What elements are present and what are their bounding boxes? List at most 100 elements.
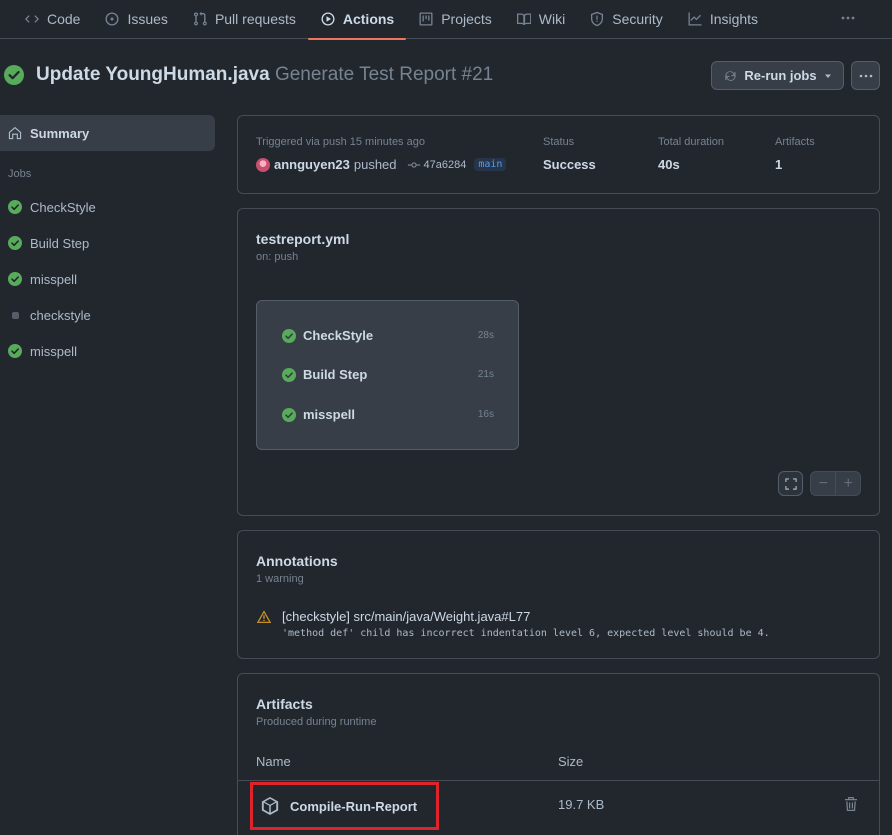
annotations-title: Annotations bbox=[256, 553, 338, 569]
nav-tab-projects[interactable]: Projects bbox=[406, 0, 504, 39]
job-name: misspell bbox=[30, 271, 77, 287]
nav-tab-wiki[interactable]: Wiki bbox=[504, 0, 577, 39]
graph-job-misspell[interactable]: misspell 16s bbox=[282, 407, 494, 422]
home-icon bbox=[8, 126, 22, 140]
sidebar-job-checkstyle[interactable]: CheckStyle bbox=[0, 189, 215, 225]
job-name: CheckStyle bbox=[30, 199, 96, 215]
branch-tag[interactable]: main bbox=[474, 158, 507, 171]
job-name: Build Step bbox=[30, 235, 90, 251]
nav-tab-actions[interactable]: Actions bbox=[307, 0, 407, 40]
graph-job-duration: 16s bbox=[477, 409, 494, 420]
column-header-size: Size bbox=[558, 754, 584, 769]
nav-tab-label: Projects bbox=[441, 11, 492, 27]
nav-tab-insights[interactable]: Insights bbox=[675, 0, 770, 39]
success-check-icon bbox=[8, 344, 22, 358]
sidebar-job-checkstyle-pending[interactable]: checkstyle bbox=[0, 297, 215, 333]
nav-tab-issues[interactable]: Issues bbox=[92, 0, 179, 39]
more-options-icon[interactable] bbox=[840, 10, 856, 26]
project-board-icon bbox=[419, 12, 433, 26]
graph-job-name: misspell bbox=[303, 407, 356, 422]
play-circle-icon bbox=[321, 12, 335, 26]
graph-job-name: CheckStyle bbox=[303, 328, 374, 343]
workflow-graph-panel: testreport.yml on: push CheckStyle 28s B… bbox=[237, 208, 880, 516]
run-sidebar: Summary Jobs CheckStyle Build Step missp… bbox=[0, 115, 215, 369]
jobs-heading: Jobs bbox=[8, 168, 32, 180]
trigger-info: Triggered via push 15 minutes ago annguy… bbox=[256, 136, 507, 172]
nav-tab-label: Code bbox=[47, 11, 81, 27]
success-check-icon bbox=[282, 328, 296, 343]
fullscreen-button[interactable] bbox=[778, 471, 803, 496]
artifacts-title: Artifacts bbox=[256, 696, 313, 712]
graph-job-build-step[interactable]: Build Step 21s bbox=[282, 367, 494, 382]
job-name: misspell bbox=[30, 343, 77, 359]
nav-tab-label: Pull requests bbox=[214, 11, 296, 27]
run-header: Update YoungHuman.java Generate Test Rep… bbox=[4, 64, 493, 86]
nav-tab-pull-requests[interactable]: Pull requests bbox=[180, 0, 308, 39]
success-check-icon bbox=[8, 200, 22, 214]
zoom-in-button[interactable]: + bbox=[835, 472, 860, 495]
trash-icon bbox=[845, 797, 857, 811]
nav-tab-label: Insights bbox=[709, 11, 759, 27]
nav-tab-label: Wiki bbox=[538, 11, 566, 27]
duration-column: Total duration 40s bbox=[658, 136, 724, 172]
sidebar-job-misspell[interactable]: misspell bbox=[0, 261, 215, 297]
commit-sha-link[interactable]: 47a6284 bbox=[407, 159, 466, 171]
sidebar-job-misspell-2[interactable]: misspell bbox=[0, 333, 215, 369]
artifact-download-link[interactable]: Compile-Run-Report bbox=[250, 782, 439, 830]
status-column: Status Success bbox=[543, 136, 596, 172]
sidebar-job-build-step[interactable]: Build Step bbox=[0, 225, 215, 261]
run-title: Update YoungHuman.java Generate Test Rep… bbox=[36, 64, 493, 86]
status-value: Success bbox=[543, 157, 596, 172]
graph-job-duration: 28s bbox=[477, 330, 494, 341]
graph-icon bbox=[688, 12, 702, 26]
zoom-out-button[interactable]: − bbox=[811, 472, 835, 495]
job-list: CheckStyle Build Step misspell checkstyl… bbox=[0, 189, 215, 369]
artifact-name: Compile-Run-Report bbox=[290, 798, 418, 814]
workflow-file-name[interactable]: testreport.yml bbox=[256, 231, 349, 247]
annotation-item: [checkstyle] src/main/java/Weight.java#L… bbox=[256, 609, 770, 639]
nav-tab-label: Issues bbox=[127, 11, 168, 27]
run-more-button[interactable] bbox=[851, 61, 880, 90]
warning-icon bbox=[256, 610, 272, 623]
artifact-size: 19.7 KB bbox=[558, 797, 605, 812]
pending-square-icon bbox=[8, 308, 22, 322]
commit-title: Update YoungHuman.java bbox=[36, 64, 270, 85]
sync-icon bbox=[725, 70, 737, 81]
workflow-run-label: Generate Test Report #21 bbox=[274, 64, 494, 85]
artifacts-subtitle: Produced during runtime bbox=[256, 716, 377, 728]
success-check-icon bbox=[8, 272, 22, 286]
table-row: Compile-Run-Report 19.7 KB bbox=[238, 780, 879, 835]
run-summary-panel: Triggered via push 15 minutes ago annguy… bbox=[237, 115, 880, 194]
artifacts-panel: Artifacts Produced during runtime Name S… bbox=[237, 673, 880, 835]
success-check-icon bbox=[8, 236, 22, 250]
trigger-text: Triggered via push 15 minutes ago bbox=[256, 136, 425, 148]
artifacts-count-value[interactable]: 1 bbox=[775, 157, 815, 172]
actor-link[interactable]: annguyen23 bbox=[274, 157, 350, 172]
rerun-jobs-button[interactable]: Re-run jobs bbox=[711, 61, 844, 90]
job-name: checkstyle bbox=[30, 307, 91, 323]
annotation-message: 'method def' child has incorrect indenta… bbox=[282, 628, 770, 639]
nav-tab-code[interactable]: Code bbox=[12, 0, 92, 39]
graph-job-checkstyle[interactable]: CheckStyle 28s bbox=[282, 328, 494, 343]
nav-tab-label: Actions bbox=[342, 11, 395, 27]
duration-value: 40s bbox=[658, 157, 680, 172]
avatar bbox=[256, 157, 270, 172]
shield-icon bbox=[591, 11, 604, 27]
package-icon bbox=[261, 797, 279, 815]
issue-icon bbox=[105, 12, 119, 26]
nav-tab-security[interactable]: Security bbox=[577, 0, 675, 39]
screen-full-icon bbox=[784, 477, 797, 490]
kebab-horizontal-icon bbox=[859, 74, 872, 77]
artifacts-count-label: Artifacts bbox=[775, 136, 815, 148]
job-graph-node: CheckStyle 28s Build Step 21s misspell 1… bbox=[256, 300, 519, 450]
duration-label: Total duration bbox=[658, 136, 725, 148]
annotation-title-link[interactable]: [checkstyle] src/main/java/Weight.java#L… bbox=[282, 609, 770, 624]
graph-job-name: Build Step bbox=[303, 367, 368, 382]
rerun-jobs-label: Re-run jobs bbox=[744, 68, 817, 83]
delete-artifact-button[interactable] bbox=[844, 796, 858, 812]
workflow-trigger: on: push bbox=[256, 251, 299, 263]
pull-request-icon bbox=[193, 11, 207, 26]
push-action: pushed bbox=[353, 157, 397, 172]
annotations-count: 1 warning bbox=[256, 573, 304, 585]
sidebar-item-summary[interactable]: Summary bbox=[0, 115, 215, 151]
